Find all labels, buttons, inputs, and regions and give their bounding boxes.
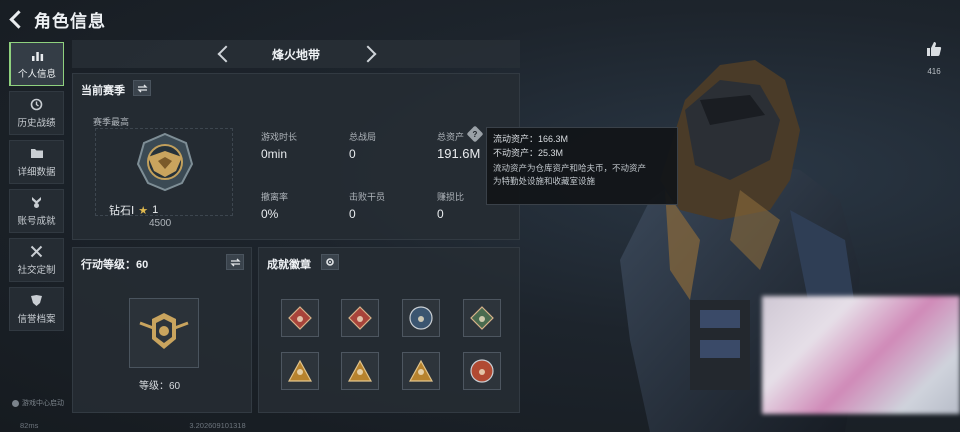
sidebar-item-achievements[interactable]: 账号成就 (9, 189, 64, 233)
badge-round-gold-icon (470, 359, 494, 383)
sidebar-item-history[interactable]: 历史战绩 (9, 91, 64, 135)
clock-icon (30, 98, 44, 111)
sidebar-item-reputation[interactable]: 信誉档案 (9, 287, 64, 331)
sidebar-item-label: 详细数据 (17, 166, 56, 178)
achievements-settings-button[interactable] (321, 254, 339, 270)
star-icon: ★ (138, 204, 149, 217)
achievement-badge[interactable] (402, 352, 440, 390)
rank-stars: 1 (152, 204, 159, 216)
ping-text: 82ms (20, 421, 39, 430)
rank-row: 钻石Ⅰ ★ 1 (109, 202, 158, 218)
tooltip-liquid-assets: 流动资产：166.3M (493, 134, 569, 144)
shield-icon (30, 294, 44, 307)
achievement-badge[interactable] (463, 352, 501, 390)
badge-triangle-gold-icon (408, 359, 434, 382)
badge-diamond-green-icon (470, 306, 494, 330)
tooltip-description-2: 为特勤处设施和收藏室设施 (493, 176, 596, 186)
bar-chart-icon (30, 49, 44, 62)
assets-tooltip: 流动资产：166.3M 不动资产：25.3M 流动资产为仓库资产和哈夫币，不动资… (486, 127, 678, 205)
stat-value-profit-ratio: 0 (437, 207, 444, 221)
sidebar-item-details[interactable]: 详细数据 (9, 140, 64, 184)
stat-value-playtime: 0min (261, 147, 288, 161)
rank-score: 4500 (149, 218, 172, 229)
game-center-launch[interactable]: 游戏中心启动 (12, 398, 64, 408)
page-title: 角色信息 (34, 11, 106, 31)
sidebar-item-label: 历史战绩 (17, 117, 56, 129)
sidebar-item-personal-info[interactable]: 个人信息 (9, 42, 64, 86)
badge-diamond-red-icon (348, 306, 372, 330)
bottom-status-bar: 82ms 3.202609101318 (20, 421, 246, 430)
stat-label-playtime: 游戏时长 (261, 132, 298, 142)
sidebar: 个人信息 历史战绩 详细数据 账号成就 社交定制 信誉档案 (9, 42, 64, 336)
achievement-badge[interactable] (281, 352, 319, 390)
stat-value-total-matches: 0 (349, 147, 356, 161)
stat-label-kills: 击败干员 (349, 192, 386, 202)
folder-icon (30, 147, 44, 160)
stat-value-kills: 0 (349, 207, 356, 221)
action-level-panel: 行动等级：60 等级：60 (72, 247, 252, 413)
action-level-switch-button[interactable] (226, 254, 244, 270)
gear-icon (326, 258, 334, 266)
sidebar-item-label: 社交定制 (17, 264, 56, 276)
back-arrow-icon[interactable] (8, 10, 26, 28)
level-emblem-icon (139, 313, 189, 349)
achievement-badge[interactable] (463, 299, 501, 337)
launch-icon (12, 399, 19, 407)
stat-value-extraction-rate: 0% (261, 207, 279, 221)
stat-label-extraction-rate: 撤离率 (261, 192, 289, 202)
season-title: 当前赛季 (81, 85, 125, 97)
action-level-text: 等级：60 (139, 381, 181, 392)
stat-label-profit-ratio: 赚损比 (437, 192, 465, 202)
badge-diamond-red-icon (288, 306, 312, 330)
achievement-badge[interactable] (402, 299, 440, 337)
swap-icon (136, 84, 148, 92)
map-name: 烽火地带 (271, 47, 320, 62)
badge-round-blue-icon (409, 306, 433, 330)
likes[interactable]: 416 (920, 40, 948, 76)
stat-label-total-matches: 总战局 (349, 132, 377, 142)
achievement-badge[interactable] (281, 299, 319, 337)
next-map-icon[interactable] (359, 45, 377, 63)
version-text: 3.202609101318 (189, 421, 246, 430)
swap-icon (229, 258, 241, 266)
map-selector: 烽火地带 (72, 40, 520, 68)
medal-icon (30, 196, 44, 209)
likes-count: 416 (927, 67, 941, 76)
season-panel: 当前赛季 赛季最高 钻石Ⅰ ★ 1 4500 游戏时长 0min 总战局 0 总… (72, 73, 520, 240)
rank-name: 钻石Ⅰ (109, 205, 135, 217)
action-level-badge (129, 298, 199, 368)
tooltip-fixed-assets: 不动资产：25.3M (493, 148, 564, 158)
sidebar-item-social[interactable]: 社交定制 (9, 238, 64, 282)
stat-label-total-assets: 总资产 (437, 132, 465, 142)
tooltip-description-1: 流动资产为仓库资产和哈夫币，不动资产 (493, 163, 647, 173)
blurred-overlay (762, 296, 960, 414)
stat-value-total-assets: 191.6M (437, 146, 481, 161)
achievements-panel: 成就徽章 (258, 247, 520, 413)
thumbs-up-icon[interactable] (925, 40, 943, 58)
badge-triangle-gold-icon (347, 359, 373, 382)
sidebar-item-label: 信誉档案 (17, 313, 56, 325)
sidebar-item-label: 个人信息 (17, 68, 56, 80)
rank-emblem-icon (136, 132, 194, 192)
tools-icon (30, 245, 44, 258)
season-best-label: 赛季最高 (93, 117, 130, 127)
achievement-badge[interactable] (341, 299, 379, 337)
achievements-title: 成就徽章 (267, 259, 311, 271)
season-switch-button[interactable] (133, 80, 151, 96)
action-level-title: 行动等级：60 (81, 259, 149, 271)
header: 角色信息 (8, 6, 106, 32)
sidebar-item-label: 账号成就 (17, 215, 56, 227)
game-center-label: 游戏中心启动 (22, 400, 64, 407)
assets-info-icon[interactable]: ? (466, 125, 484, 143)
badge-triangle-gold-icon (287, 359, 313, 382)
achievement-badge[interactable] (341, 352, 379, 390)
prev-map-icon[interactable] (217, 45, 235, 63)
